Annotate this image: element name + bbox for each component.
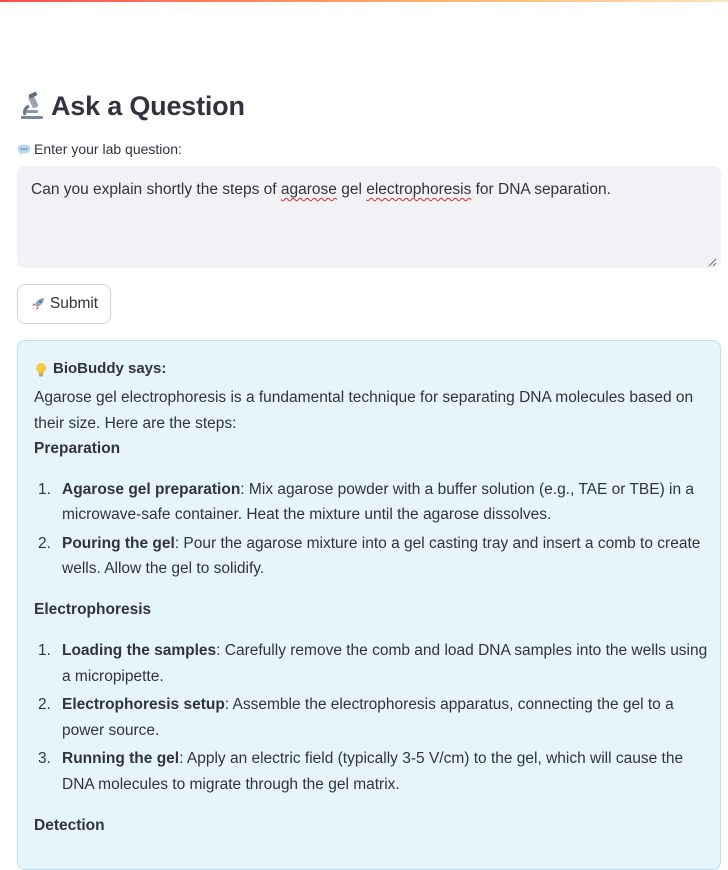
list-item: 1. Agarose gel preparation: Mix agarose p… — [34, 477, 710, 528]
answer-header: BioBuddy says: — [34, 359, 710, 379]
list-item-term: Pouring the gel — [62, 534, 175, 552]
list-item-term: Agarose gel preparation — [62, 480, 241, 498]
resize-handle-icon[interactable] — [707, 254, 717, 267]
list-item: 1. Loading the samples: Carefully remove … — [34, 638, 710, 689]
list-number: 1. — [38, 642, 51, 659]
submit-button[interactable]: Submit — [17, 284, 111, 324]
list-item-term: Loading the samples — [62, 642, 217, 659]
question-text-part: for DNA separation. — [471, 181, 611, 198]
page-title-row: Ask a Question — [17, 86, 245, 126]
section-list: 1. Loading the samples: Carefully remove … — [34, 638, 710, 797]
submit-button-label: Submit — [49, 295, 99, 312]
question-text-part: Can you explain shortly the steps of — [31, 181, 281, 198]
section-title: Electrophoresis — [34, 600, 152, 618]
misspelled-word: agarose — [280, 181, 337, 198]
question-textarea-value[interactable]: Can you explain shortly the steps of aga… — [31, 181, 611, 199]
list-item-term: Electrophoresis setup — [62, 696, 225, 713]
answer-intro: Agarose gel electrophoresis is a fundame… — [34, 389, 694, 432]
answer-panel: BioBuddy says: Agarose gel electrophores… — [17, 340, 721, 870]
answer-header-text: BioBuddy says: — [53, 360, 167, 378]
list-item: 2. Electrophoresis setup: Assemble the el… — [34, 692, 710, 743]
section-title: Detection — [34, 817, 105, 834]
list-item: 2. Pouring the gel: Pour the agarose mixt… — [34, 531, 710, 582]
list-number: 2. — [38, 696, 51, 713]
question-label: Enter your lab question: — [17, 141, 182, 157]
list-number: 2. — [38, 534, 51, 552]
lightbulb-icon — [34, 361, 48, 377]
list-number: 3. — [38, 750, 51, 767]
list-item-term: Running the gel — [62, 750, 180, 767]
question-label-text: Enter your lab question: — [34, 141, 182, 157]
page-title: Ask a Question — [51, 90, 245, 121]
top-accent-bar — [0, 0, 728, 2]
section-list: 1. Agarose gel preparation: Mix agarose p… — [34, 477, 710, 582]
question-text-part: gel — [336, 181, 367, 198]
question-textarea[interactable]: Can you explain shortly the steps of aga… — [17, 166, 721, 268]
microscope-icon — [17, 91, 47, 121]
list-number: 1. — [38, 480, 51, 498]
answer-content: BioBuddy says: Agarose gel electrophores… — [34, 359, 710, 839]
section-title: Preparation — [34, 440, 121, 457]
rocket-icon — [30, 296, 46, 312]
misspelled-word: electrophoresis — [366, 181, 472, 198]
list-item: 3. Running the gel: Apply an electric fie… — [34, 746, 710, 797]
speech-bubble-icon — [17, 143, 31, 156]
